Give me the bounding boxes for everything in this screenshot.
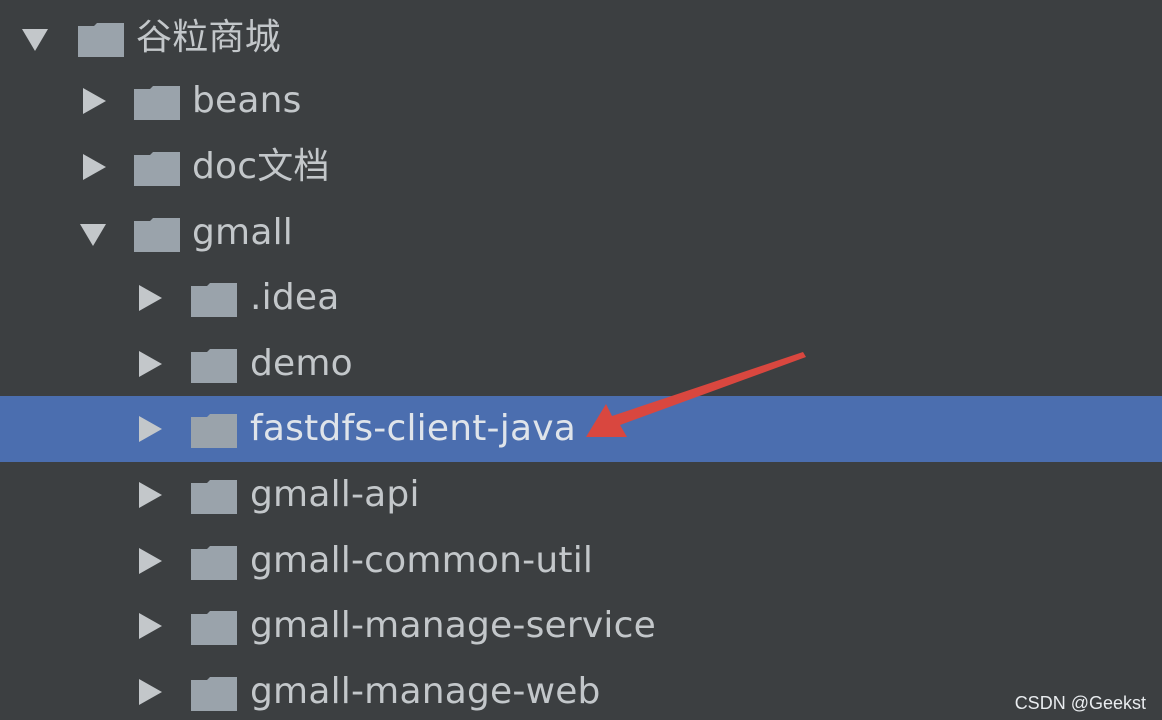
tree-row-label: fastdfs-client-java xyxy=(250,408,576,449)
folder-icon xyxy=(134,218,180,252)
tree-row-label: beans xyxy=(192,80,302,121)
tree-row-gmall-manage-web[interactable]: gmall-manage-web xyxy=(0,659,1162,720)
tree-row-label: gmall-api xyxy=(250,474,420,515)
tree-row-idea[interactable]: .idea xyxy=(0,265,1162,331)
tree-row-root[interactable]: 谷粒商城 xyxy=(0,5,1162,71)
chevron-down-icon[interactable] xyxy=(20,5,50,71)
folder-icon xyxy=(191,611,237,645)
folder-icon xyxy=(134,152,180,186)
watermark: CSDN @Geekst xyxy=(1014,693,1146,713)
tree-row-demo[interactable]: demo xyxy=(0,331,1162,397)
tree-row-fastdfs-client-java[interactable]: fastdfs-client-java xyxy=(0,396,1162,462)
tree-row-gmall-common-util[interactable]: gmall-common-util xyxy=(0,528,1162,594)
tree-row-label: demo xyxy=(250,343,353,384)
tree-row-gmall[interactable]: gmall xyxy=(0,200,1162,266)
folder-icon xyxy=(191,677,237,711)
chevron-right-icon[interactable] xyxy=(134,396,164,462)
tree-row-label: gmall-common-util xyxy=(250,540,594,581)
tree-row-label: .idea xyxy=(250,277,340,318)
project-tree: 谷粒商城 beans doc文档 gmall .idea demo fastdf… xyxy=(0,0,1162,720)
tree-row-gmall-manage-service[interactable]: gmall-manage-service xyxy=(0,593,1162,659)
chevron-right-icon[interactable] xyxy=(134,265,164,331)
tree-row-gmall-api[interactable]: gmall-api xyxy=(0,462,1162,528)
tree-row-beans[interactable]: beans xyxy=(0,68,1162,134)
chevron-right-icon[interactable] xyxy=(134,331,164,397)
chevron-down-icon[interactable] xyxy=(78,200,108,266)
tree-row-doc[interactable]: doc文档 xyxy=(0,134,1162,200)
chevron-right-icon[interactable] xyxy=(78,134,108,200)
chevron-right-icon[interactable] xyxy=(134,528,164,594)
tree-row-label: gmall-manage-web xyxy=(250,671,601,712)
folder-icon xyxy=(134,86,180,120)
folder-icon xyxy=(78,23,124,57)
chevron-right-icon[interactable] xyxy=(134,462,164,528)
folder-icon xyxy=(191,480,237,514)
tree-row-label: 谷粒商城 xyxy=(136,17,281,58)
tree-row-label: doc文档 xyxy=(192,146,330,187)
folder-icon xyxy=(191,414,237,448)
folder-icon xyxy=(191,349,237,383)
chevron-right-icon[interactable] xyxy=(134,593,164,659)
chevron-right-icon[interactable] xyxy=(134,659,164,720)
folder-icon xyxy=(191,283,237,317)
folder-icon xyxy=(191,546,237,580)
tree-row-label: gmall xyxy=(192,212,293,253)
chevron-right-icon[interactable] xyxy=(78,68,108,134)
tree-row-label: gmall-manage-service xyxy=(250,605,656,646)
